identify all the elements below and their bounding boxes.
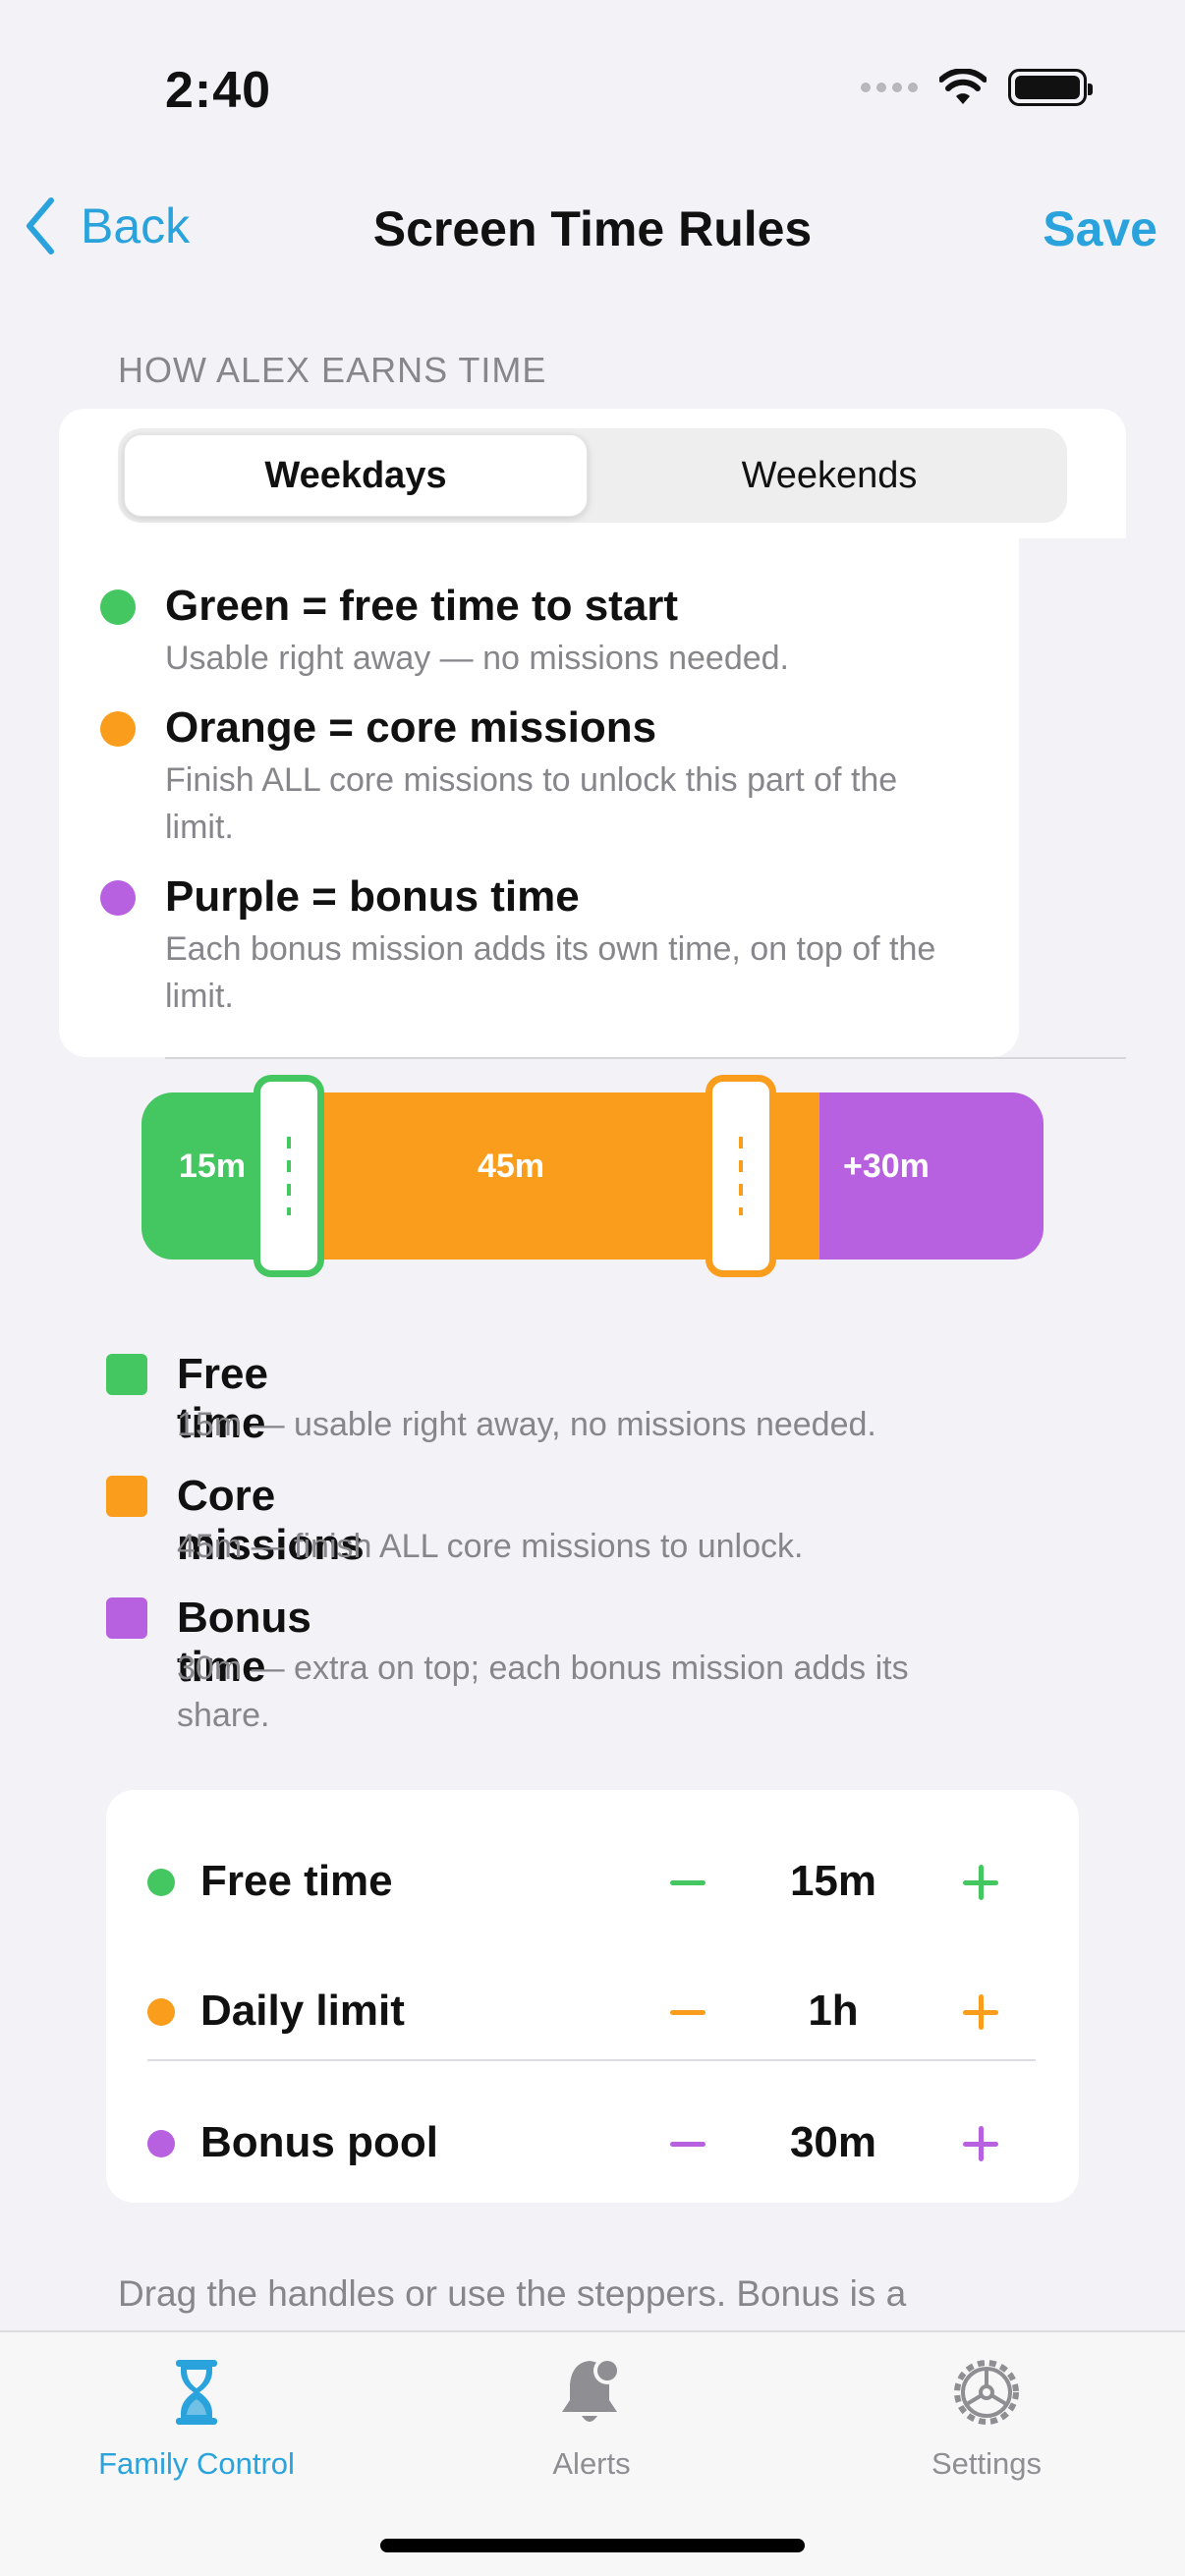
explanation-card: Green = free time to start Usable right …: [59, 538, 1019, 1057]
stepper-value: 1h: [808, 1987, 859, 2035]
page-title: Screen Time Rules: [372, 201, 813, 256]
bonus-bar-label: +30m: [843, 1148, 930, 1185]
info-desc-purple: Each bonus mission adds its own time, on…: [165, 930, 936, 1015]
core-missions-swatch-icon: [106, 1476, 147, 1517]
hourglass-icon: [176, 2360, 217, 2425]
save-button[interactable]: Save: [1043, 200, 1157, 257]
stepper-row-daily-limit: Daily limit 1h: [106, 1947, 1079, 2077]
bonus-time-swatch-icon: [106, 1597, 147, 1639]
tab-label: Alerts: [552, 2446, 631, 2481]
stepper-value: 30m: [789, 2118, 877, 2166]
daily-limit-increment-button[interactable]: [945, 1977, 1016, 2047]
core-missions-segment: [279, 1092, 888, 1260]
minus-icon: [670, 1879, 705, 1885]
stepper-value: 15m: [789, 1857, 877, 1905]
legend-desc-core: 45m — finish ALL core missions to unlock…: [177, 1528, 804, 1565]
bonus-pool-decrement-button[interactable]: [652, 2118, 723, 2169]
orange-dot-icon: [147, 1998, 175, 2026]
segment-weekends[interactable]: Weekends: [597, 434, 1061, 517]
bell-icon: [562, 2357, 621, 2422]
divider: [165, 1057, 1126, 1059]
legend-desc-bonus: 30m — extra on top; each bonus mission a…: [177, 1650, 909, 1734]
section-header: HOW ALEX EARNS TIME: [118, 350, 547, 390]
info-title-purple: Purple = bonus time: [165, 872, 580, 921]
tab-alerts[interactable]: Alerts: [434, 2352, 749, 2482]
tab-settings[interactable]: Settings: [829, 2352, 1144, 2482]
orange-dot-icon: [100, 711, 136, 747]
grip-icon: [287, 1137, 291, 1215]
wifi-icon: [939, 69, 987, 104]
free-time-increment-button[interactable]: [945, 1847, 1016, 1918]
free-time-drag-handle[interactable]: [254, 1075, 324, 1277]
segment-weekdays[interactable]: Weekdays: [124, 434, 588, 517]
battery-icon: [1008, 69, 1093, 106]
time-allocation-bar: 15m 45m +30m: [141, 1075, 1044, 1277]
divider: [147, 2059, 1036, 2061]
status-icons: [861, 69, 1093, 106]
daily-limit-drag-handle[interactable]: [705, 1075, 776, 1277]
tab-label: Settings: [931, 2446, 1042, 2481]
core-bar-label: 45m: [478, 1148, 545, 1185]
stepper-label: Free time: [200, 1857, 393, 1905]
grip-icon: [739, 1137, 743, 1215]
status-time: 2:40: [165, 62, 272, 119]
stepper-card: Free time 15m Daily limit 1h Bonus pool …: [106, 1790, 1079, 2203]
stepper-row-free-time: Free time 15m: [106, 1818, 1079, 1947]
info-title-orange: Orange = core missions: [165, 703, 657, 752]
bonus-pool-increment-button[interactable]: [945, 2108, 1016, 2179]
schedule-segmented-control: Weekdays Weekends: [118, 428, 1067, 523]
info-title-green: Green = free time to start: [165, 582, 679, 630]
info-desc-orange: Finish ALL core missions to unlock this …: [165, 761, 898, 846]
info-desc-green: Usable right away — no missions needed.: [165, 640, 789, 677]
free-time-decrement-button[interactable]: [652, 1857, 723, 1908]
purple-dot-icon: [147, 2130, 175, 2157]
free-time-swatch-icon: [106, 1354, 147, 1395]
gear-icon: [954, 2360, 1019, 2425]
home-indicator: [380, 2539, 805, 2552]
minus-icon: [670, 2009, 705, 2015]
tab-family-control[interactable]: Family Control: [39, 2352, 354, 2482]
minus-icon: [670, 2141, 705, 2147]
free-time-bar-label: 15m: [179, 1148, 247, 1185]
daily-limit-decrement-button[interactable]: [652, 1987, 723, 2038]
signal-dots-icon: [861, 83, 918, 92]
stepper-row-bonus-pool: Bonus pool 30m: [106, 2079, 1079, 2209]
legend-desc-free: 15m — usable right away, no missions nee…: [177, 1406, 876, 1443]
help-text: Drag the handles or use the steppers. Bo…: [118, 2273, 907, 2314]
green-dot-icon: [100, 589, 136, 625]
tab-label: Family Control: [98, 2446, 295, 2481]
stepper-label: Daily limit: [200, 1987, 405, 2035]
green-dot-icon: [147, 1869, 175, 1896]
purple-dot-icon: [100, 880, 136, 916]
stepper-label: Bonus pool: [200, 2118, 438, 2166]
